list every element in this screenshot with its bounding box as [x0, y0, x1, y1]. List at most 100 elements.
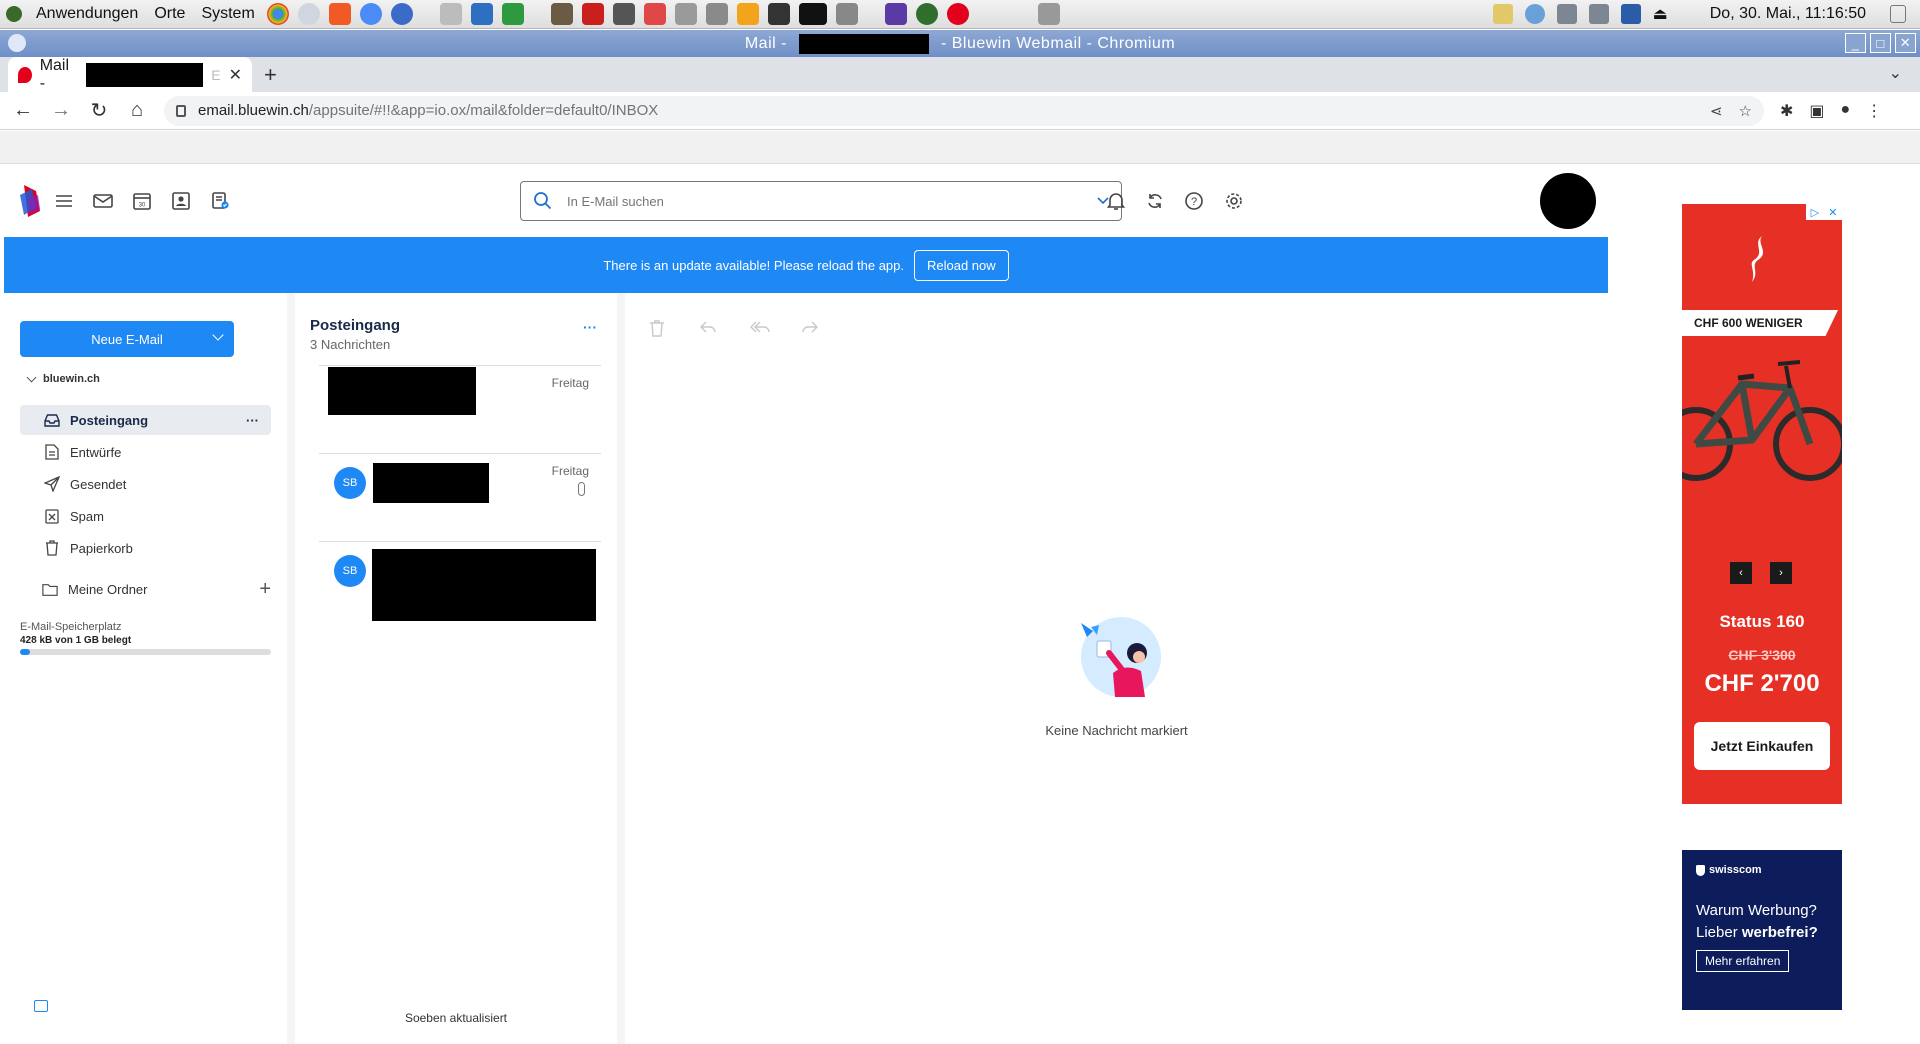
lock-icon[interactable] [176, 104, 186, 117]
mail-search-field[interactable] [520, 181, 1122, 221]
user-avatar[interactable] [1540, 173, 1596, 229]
home-button[interactable]: ⌂ [122, 99, 152, 122]
address-bar[interactable]: email.bluewin.ch /appsuite/#!!&app=io.ox… [164, 95, 1764, 126]
forward-button[interactable]: → [46, 99, 76, 122]
power-tray-icon[interactable] [1890, 5, 1906, 23]
reply-all-icon[interactable] [749, 319, 771, 340]
brave-launcher-icon[interactable] [328, 3, 351, 25]
browser-menu-icon[interactable]: ⋮ [1866, 101, 1882, 121]
learn-more-button[interactable]: Mehr erfahren [1696, 950, 1790, 972]
tab-mail[interactable]: Mail - E ✕ [8, 57, 252, 92]
os-menu-system[interactable]: System [199, 5, 256, 23]
folder-spam[interactable]: Spam [20, 501, 271, 531]
sync-launcher-icon[interactable] [390, 3, 413, 25]
chrome-launcher-icon[interactable] [266, 3, 289, 25]
network-tray-icon[interactable] [1524, 4, 1545, 24]
message-row[interactable]: SB Freitag [319, 453, 601, 541]
swisscom-logo-icon[interactable] [14, 181, 48, 221]
help-icon[interactable]: ? [1182, 189, 1206, 213]
swisscom-advertisement[interactable]: swisscom Warum Werbung? Lieber werbefrei… [1682, 850, 1842, 1010]
bus-launcher-icon[interactable] [884, 3, 907, 25]
camera-launcher-icon[interactable] [835, 3, 858, 25]
close-window-button[interactable]: ✕ [1895, 33, 1916, 53]
tab-search-chevron-icon[interactable]: ⌄ [1889, 63, 1902, 83]
folder-sent[interactable]: Gesendet [20, 469, 271, 499]
contacts-app-icon[interactable] [169, 189, 193, 213]
compose-button[interactable]: Neue E-Mail [20, 321, 234, 357]
folder-options-icon[interactable]: ··· [246, 413, 259, 428]
chromium-launcher-icon[interactable] [359, 3, 382, 25]
spreadsheet-launcher-icon[interactable] [501, 3, 524, 25]
profile-icon[interactable]: ● [1841, 101, 1851, 121]
mail-app-icon[interactable] [91, 189, 115, 213]
display-tray-icon[interactable] [1492, 4, 1513, 24]
account-node[interactable]: bluewin.ch [26, 372, 100, 385]
settings-gear-icon[interactable] [1222, 189, 1246, 213]
maximize-window-button[interactable]: □ [1870, 33, 1891, 53]
storage-progress-fill [20, 649, 31, 655]
minimize-window-button[interactable]: _ [1845, 33, 1866, 53]
keyboard-launcher-icon[interactable] [1037, 3, 1060, 25]
my-folders-node[interactable]: Meine Ordner + [42, 578, 271, 601]
search-icon [534, 192, 552, 210]
eye-launcher-icon[interactable] [915, 3, 938, 25]
menu-hamburger-icon[interactable] [52, 189, 76, 213]
toggle-sidebar-icon[interactable] [34, 1000, 48, 1012]
tab-close-icon[interactable]: ✕ [229, 65, 242, 85]
volume-tray-icon[interactable] [1588, 4, 1609, 24]
os-menu-places[interactable]: Orte [152, 5, 187, 23]
swisscom-launcher-icon[interactable] [946, 3, 969, 25]
archive-launcher-icon[interactable] [612, 3, 635, 25]
notes-launcher-icon[interactable] [736, 3, 759, 25]
notifications-bell-icon[interactable] [1104, 189, 1128, 213]
os-clock[interactable]: Do, 30. Mai., 11:16:50 [1710, 5, 1866, 23]
back-button[interactable]: ← [8, 99, 38, 122]
forward-icon[interactable] [801, 319, 819, 340]
app-header: 30 ? [4, 165, 1608, 237]
list-refresh-status: Soeben aktualisiert [404, 1011, 508, 1025]
os-menu-applications[interactable]: Anwendungen [34, 5, 140, 23]
tool-launcher-icon[interactable] [439, 3, 462, 25]
card-launcher-icon[interactable] [643, 3, 666, 25]
ad-next-arrow-icon[interactable]: › [1770, 562, 1792, 584]
side-panel-icon[interactable]: ▣ [1809, 101, 1824, 121]
message-row[interactable]: SB [319, 541, 601, 629]
monitor-tray-icon[interactable] [1620, 4, 1641, 24]
gimp-launcher-icon[interactable] [550, 3, 573, 25]
delete-trash-icon[interactable] [649, 319, 665, 342]
share-icon[interactable]: ⋖ [1710, 102, 1723, 120]
refresh-icon[interactable] [1143, 189, 1167, 213]
bookmark-star-icon[interactable]: ☆ [1739, 102, 1752, 120]
search-tray-icon[interactable] [1556, 4, 1577, 24]
add-folder-icon[interactable]: + [259, 578, 271, 601]
ad-previous-arrow-icon[interactable]: ‹ [1730, 562, 1752, 584]
folder-trash[interactable]: Papierkorb [20, 533, 271, 563]
document-launcher-icon[interactable] [470, 3, 493, 25]
shop-now-button[interactable]: Jetzt Einkaufen [1694, 722, 1830, 770]
extensions-icon[interactable]: ✱ [1780, 101, 1793, 121]
os-logo-icon[interactable] [6, 6, 22, 22]
media-launcher-icon[interactable] [767, 3, 790, 25]
compose-options-chevron-icon[interactable] [212, 329, 224, 341]
new-tab-button[interactable]: + [264, 62, 277, 88]
scanner-launcher-icon[interactable] [674, 3, 697, 25]
eject-tray-icon[interactable]: ⏏ [1653, 4, 1668, 24]
folder-drafts[interactable]: Entwürfe [20, 437, 271, 467]
list-options-icon[interactable]: ··· [583, 319, 597, 335]
reload-button[interactable]: ↻ [84, 98, 114, 123]
search-input[interactable] [567, 193, 1097, 209]
reload-now-button[interactable]: Reload now [914, 249, 1009, 281]
bike-advertisement[interactable]: ▷ ✕ CHF 600 WENIGER ‹ › Status 160 CHF 3'… [1682, 204, 1842, 804]
folder-inbox[interactable]: Posteingang ··· [20, 405, 271, 435]
chevron-down-icon[interactable] [26, 372, 37, 383]
video-launcher-icon[interactable] [798, 3, 827, 25]
browser-launcher-icon[interactable] [297, 3, 320, 25]
filezilla-launcher-icon[interactable] [581, 3, 604, 25]
message-row[interactable]: Freitag [319, 365, 601, 453]
files-launcher-icon[interactable] [705, 3, 728, 25]
new-price: CHF 2'700 [1704, 670, 1820, 697]
reply-icon[interactable] [699, 319, 717, 340]
calendar-app-icon[interactable]: 30 [130, 189, 154, 213]
ad-choices-icon[interactable]: ▷ ✕ [1806, 204, 1842, 220]
tasks-app-icon[interactable] [208, 189, 232, 213]
